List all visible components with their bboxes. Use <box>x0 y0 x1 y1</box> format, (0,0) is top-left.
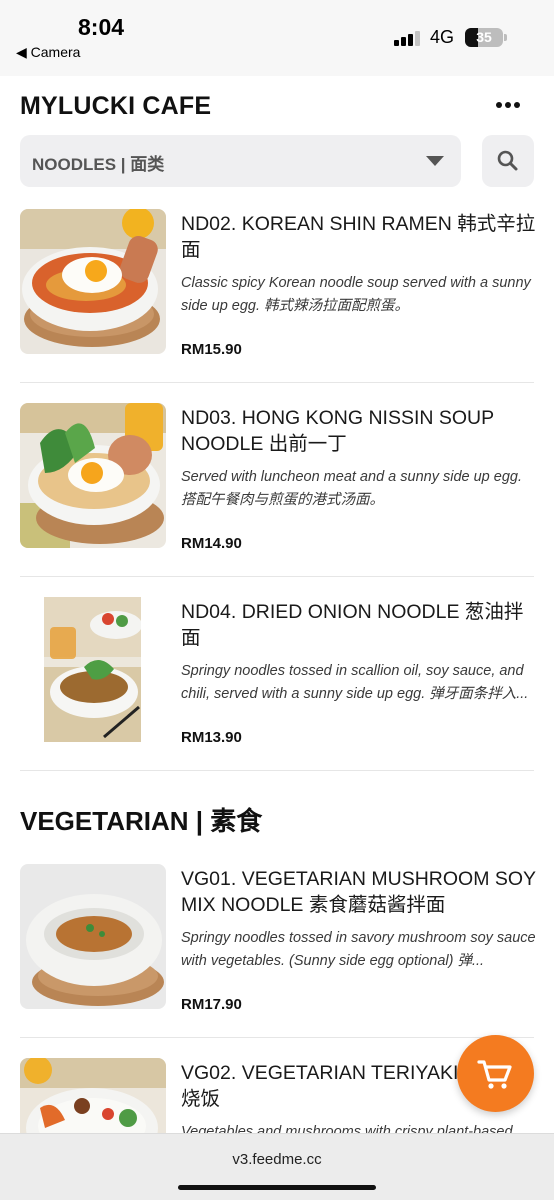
item-description: Springy noodles tossed in scallion oil, … <box>181 663 529 702</box>
back-to-camera-link[interactable]: ◀ Camera <box>16 44 80 61</box>
url-label[interactable]: v3.feedme.cc <box>0 1151 554 1168</box>
page-title: MYLUCKI CAFE <box>20 92 212 120</box>
item-title: ND03. HONG KONG NISSIN SOUP NOODLE 出前一丁 <box>181 407 494 455</box>
food-image <box>20 403 166 548</box>
menu-item-nd02[interactable]: ND02. KOREAN SHIN RAMEN 韩式辛拉面 Classic sp… <box>20 209 536 369</box>
food-image <box>20 209 166 354</box>
menu-item-nd04[interactable]: ND04. DRIED ONION NOODLE 葱油拌面 Springy no… <box>20 597 534 757</box>
ellipsis-icon[interactable] <box>496 102 520 110</box>
item-title: VG01. VEGETARIAN MUSHROOM SOY MIX NOODLE… <box>181 868 536 916</box>
food-image <box>20 1058 166 1138</box>
category-selected-label: NOODLES | 面类 <box>32 155 165 174</box>
item-price: RM13.90 <box>181 729 242 746</box>
search-icon <box>497 150 518 171</box>
item-description: Springy noodles tossed in savory mushroo… <box>181 930 536 969</box>
food-image <box>44 597 141 742</box>
cart-button[interactable] <box>457 1035 534 1112</box>
item-price: RM14.90 <box>181 535 242 552</box>
network-type: 4G <box>430 27 455 47</box>
battery-icon: 35 <box>465 28 503 47</box>
cart-icon <box>477 1060 512 1089</box>
battery-tip <box>504 34 507 41</box>
status-bar: 8:04 ◀ Camera 4G 35 <box>0 0 554 76</box>
browser-bar: v3.feedme.cc <box>0 1133 554 1200</box>
menu-item-vg01[interactable]: VG01. VEGETARIAN MUSHROOM SOY MIX NOODLE… <box>20 864 536 1024</box>
item-price: RM15.90 <box>181 341 242 358</box>
home-indicator[interactable] <box>178 1185 376 1190</box>
search-button[interactable] <box>482 135 534 187</box>
menu-item-nd03[interactable]: ND03. HONG KONG NISSIN SOUP NOODLE 出前一丁 … <box>20 403 534 563</box>
item-title: ND02. KOREAN SHIN RAMEN 韩式辛拉面 <box>181 213 536 261</box>
signal-icon <box>394 30 422 46</box>
item-price: RM17.90 <box>181 996 242 1013</box>
item-description: Served with luncheon meat and a sunny si… <box>181 469 522 508</box>
battery-level: 35 <box>476 29 492 45</box>
status-time: 8:04 <box>78 14 125 40</box>
divider <box>20 770 534 771</box>
section-title-vegetarian: VEGETARIAN | 素食 <box>20 806 263 836</box>
divider <box>20 576 534 577</box>
item-title: ND04. DRIED ONION NOODLE 葱油拌面 <box>181 601 524 649</box>
chevron-down-icon <box>426 156 444 166</box>
category-select[interactable]: NOODLES | 面类 <box>20 135 461 187</box>
divider <box>20 382 534 383</box>
item-description: Classic spicy Korean noodle soup served … <box>181 275 531 314</box>
food-image <box>20 864 166 1009</box>
